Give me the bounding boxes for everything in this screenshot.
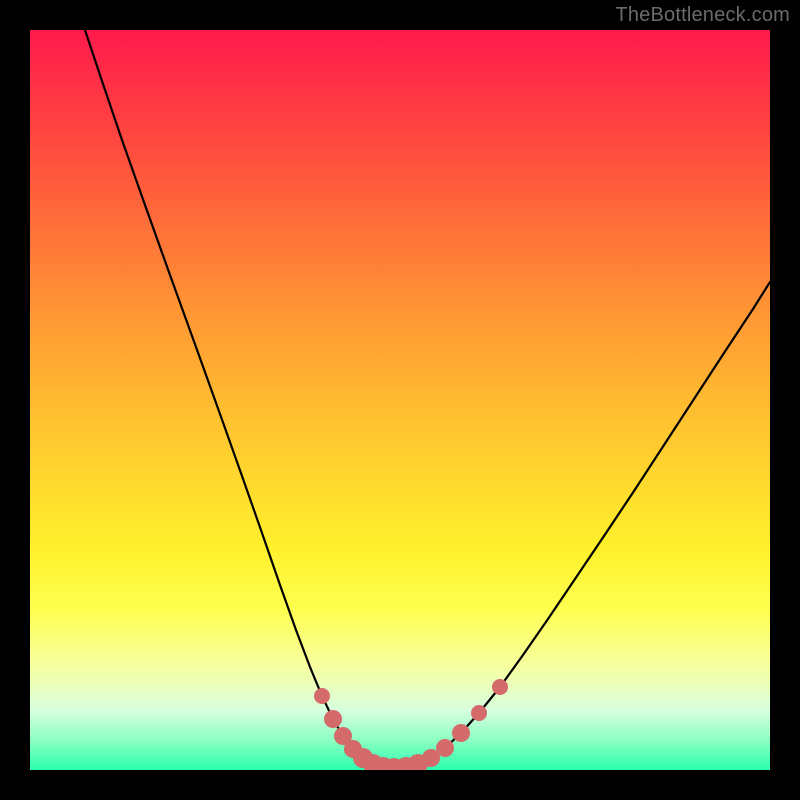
stage: TheBottleneck.com bbox=[0, 0, 800, 800]
plot-area bbox=[30, 30, 770, 770]
bottleneck-curve bbox=[85, 30, 770, 768]
curve-svg bbox=[30, 30, 770, 770]
trough-dot-group bbox=[314, 679, 508, 770]
trough-dot bbox=[436, 739, 454, 757]
trough-dot bbox=[471, 705, 487, 721]
trough-dot bbox=[492, 679, 508, 695]
trough-dot bbox=[314, 688, 330, 704]
watermark-text: TheBottleneck.com bbox=[615, 4, 790, 27]
trough-dot bbox=[452, 724, 470, 742]
trough-dot bbox=[324, 710, 342, 728]
